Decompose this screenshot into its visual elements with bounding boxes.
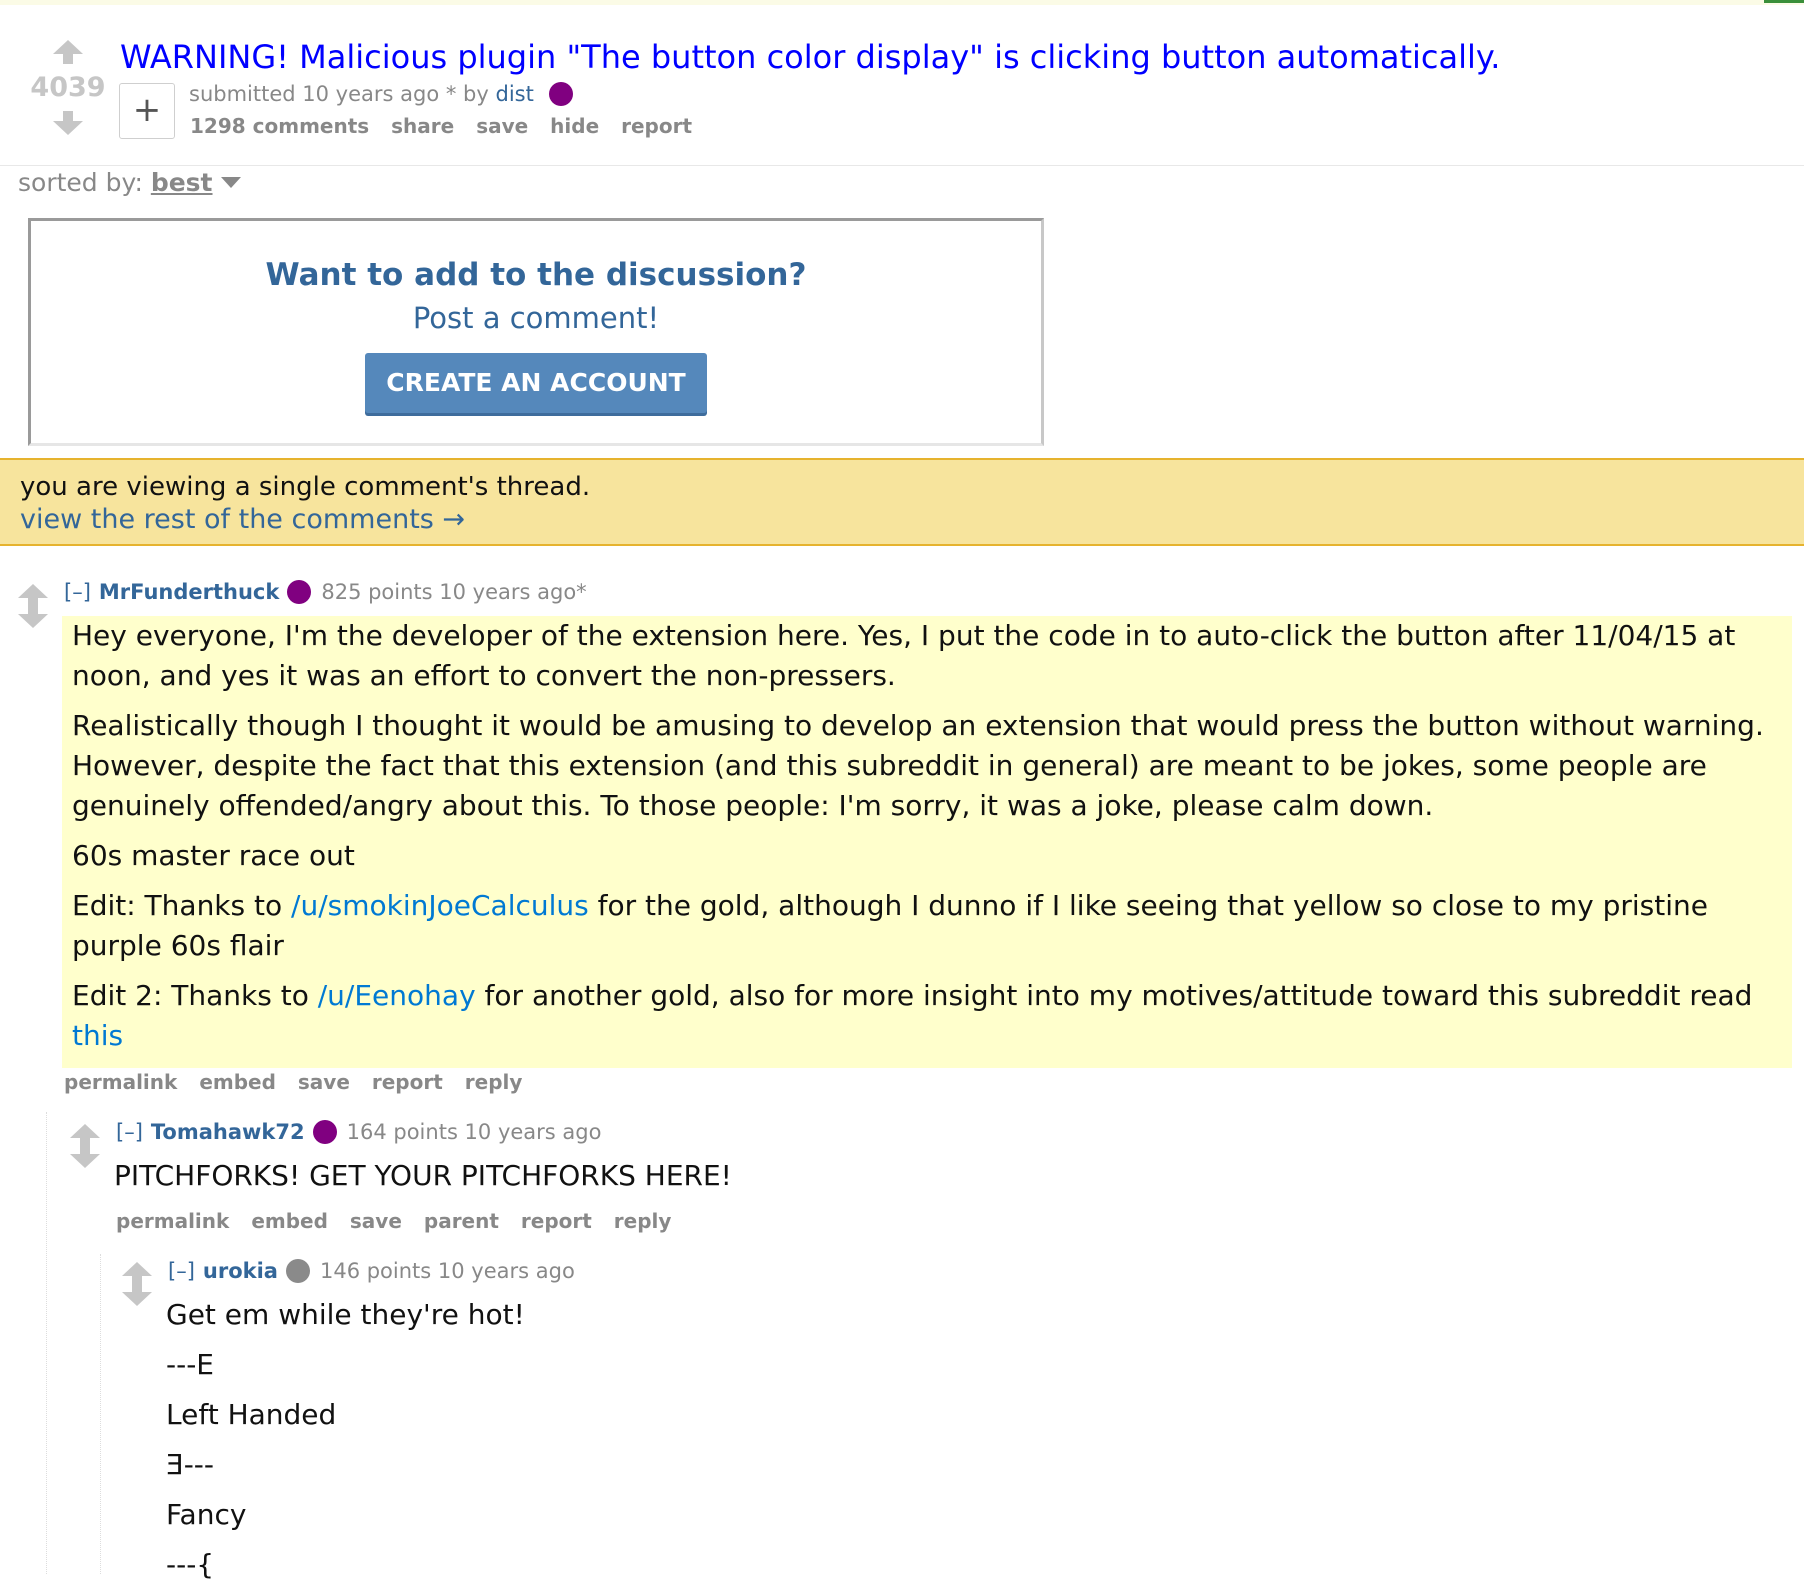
report-link[interactable]: report [372,1070,443,1094]
comment-meta: 146 points 10 years ago [319,1259,575,1283]
discussion-cta-panel: Want to add to the discussion? Post a co… [28,218,1044,446]
comment-tagline: [–] urokia 146 points 10 years ago [168,1259,575,1283]
sort-value-dropdown[interactable]: best [151,168,213,197]
comment-paragraph: ---E [166,1348,215,1381]
user-link[interactable]: /u/Eenohay [318,979,476,1012]
flair-dot-icon [285,1259,310,1283]
post-tagline: submitted 10 years ago * by dist [189,82,573,106]
upvote-arrow-icon[interactable] [122,1262,152,1286]
comment-tagline: [–] Tomahawk72 164 points 10 years ago [116,1120,601,1144]
collapse-toggle[interactable]: [–] [168,1259,195,1283]
upvote-arrow-icon[interactable] [18,584,48,608]
cta-subheading: Post a comment! [412,301,660,335]
downvote-arrow-icon[interactable] [18,604,48,628]
embed-link[interactable]: embed [199,1070,276,1094]
edit-text: Edit 2: Thanks to [72,979,318,1012]
comment-paragraph: ---{ [166,1548,215,1581]
upvote-arrow-icon[interactable] [53,40,83,64]
comment-vote-box [122,1262,152,1306]
post-score: 4039 [30,72,106,103]
comment-paragraph: Ǝ--- [166,1448,215,1481]
post-title[interactable]: WARNING! Malicious plugin "The button co… [120,38,1500,76]
collapse-toggle[interactable]: [–] [64,580,91,604]
this-link[interactable]: this [72,1019,123,1052]
flair-dot-icon [287,580,312,604]
flair-dot-icon [548,82,573,106]
collapse-toggle[interactable]: [–] [116,1120,143,1144]
report-link[interactable]: report [521,1209,592,1233]
sort-label: sorted by: [18,168,143,197]
post-vote-box: 4039 [30,40,106,135]
comment-paragraph: Realistically though I thought it would … [72,709,1764,822]
comment-author-link[interactable]: MrFunderthuck [99,580,279,604]
embed-link[interactable]: embed [251,1209,328,1233]
comments-count-link[interactable]: 1298 comments [190,114,369,138]
thread-guide-line [100,1254,101,1574]
create-account-button[interactable]: CREATE AN ACCOUNT [365,353,707,413]
cta-heading: Want to add to the discussion? [265,257,807,293]
comment-action-links: permalink embed save report reply [64,1070,537,1094]
comment-paragraph: Hey everyone, I'm the developer of the e… [72,619,1736,692]
comment-paragraph: Left Handed [166,1398,337,1431]
comment-paragraph: Fancy [166,1498,247,1531]
upvote-arrow-icon[interactable] [70,1124,100,1148]
post-author-link[interactable]: dist [495,82,533,106]
comment-vote-box [18,584,48,628]
comment-paragraph: 60s master race out [72,839,355,872]
reply-link[interactable]: reply [465,1070,523,1094]
comment-meta: 164 points 10 years ago [346,1120,602,1144]
parent-link[interactable]: parent [424,1209,499,1233]
flair-dot-icon [312,1120,337,1144]
expand-button[interactable]: + [119,83,175,139]
user-link[interactable]: /u/smokinJoeCalculus [291,889,589,922]
divider [0,165,1804,166]
save-link[interactable]: save [350,1209,402,1233]
thread-banner-text: you are viewing a single comment's threa… [20,472,591,502]
thread-guide-line [46,1112,47,1574]
reply-link[interactable]: reply [614,1209,672,1233]
comment-body: PITCHFORKS! GET YOUR PITCHFORKS HERE! [114,1156,1764,1206]
comment-body: Hey everyone, I'm the developer of the e… [62,616,1792,1068]
comment-paragraph: Edit 2: Thanks to /u/Eenohay for another… [72,976,1782,1056]
view-all-comments-link[interactable]: view the rest of the comments → [20,504,465,535]
downvote-arrow-icon[interactable] [70,1144,100,1168]
comment-body: Get em while they're hot! ---E Left Hand… [166,1295,1766,1595]
submitted-text: submitted 10 years ago * by [189,82,489,106]
edit-text: Edit: Thanks to [72,889,292,922]
chevron-down-icon[interactable] [220,177,241,188]
comment-tagline: [–] MrFunderthuck 825 points 10 years ago* [64,580,587,604]
save-link[interactable]: save [476,114,528,138]
save-link[interactable]: save [298,1070,350,1094]
hide-link[interactable]: hide [550,114,599,138]
comment-paragraph: PITCHFORKS! GET YOUR PITCHFORKS HERE! [114,1159,732,1192]
comment-author-link[interactable]: Tomahawk72 [151,1120,305,1144]
top-accent-strip [0,0,1804,5]
edit-text: for another gold, also for more insight … [475,979,1753,1012]
report-link[interactable]: report [621,114,692,138]
share-link[interactable]: share [391,114,454,138]
permalink-link[interactable]: permalink [64,1070,177,1094]
single-thread-banner: you are viewing a single comment's threa… [0,458,1804,546]
sort-menu: sorted by: best [18,168,241,197]
comment-paragraph: Get em while they're hot! [166,1298,525,1331]
post-action-links: 1298 comments share save hide report [190,114,707,138]
comment-meta: 825 points 10 years ago* [321,580,587,604]
comment-paragraph: Edit: Thanks to /u/smokinJoeCalculus for… [72,886,1782,966]
comment-action-links: permalink embed save parent report reply [116,1209,686,1233]
downvote-arrow-icon[interactable] [122,1282,152,1306]
downvote-arrow-icon[interactable] [53,111,83,135]
top-accent-mark [1764,0,1804,3]
permalink-link[interactable]: permalink [116,1209,229,1233]
comment-author-link[interactable]: urokia [203,1259,278,1283]
comment-vote-box [70,1124,100,1168]
